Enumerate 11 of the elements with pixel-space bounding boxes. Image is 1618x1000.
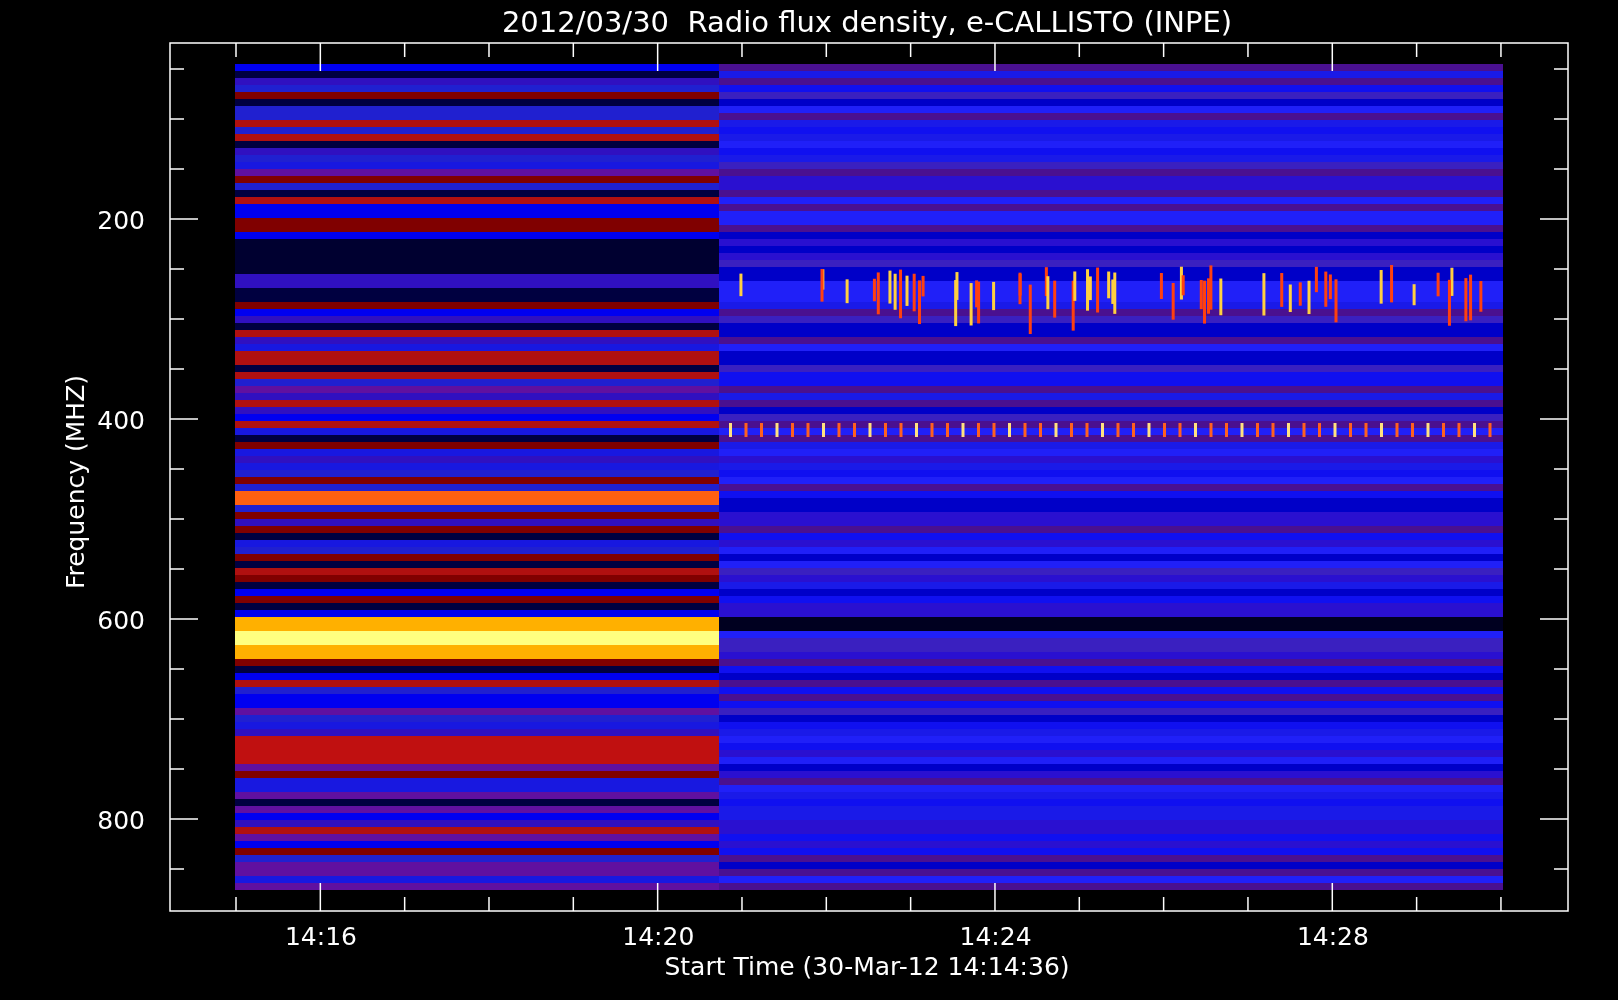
x-tick-label: 14:28 [1296,922,1369,951]
y-tick-label: 400 [97,406,145,435]
x-axis-label: Start Time (30-Mar-12 14:14:36) [664,952,1070,981]
x-tick-label: 14:16 [285,922,357,951]
x-tick-label: 14:24 [959,922,1032,951]
y-axis-label: Frequency (MHZ) [61,374,90,590]
y-tick-label: 600 [97,606,145,635]
chart-title: 2012/03/30 Radio flux density, e-CALLISTO (INPE) [501,5,1233,39]
y-tick-label: 200 [97,206,145,235]
y-tick-label: 800 [97,806,145,835]
x-tick-label: 14:20 [622,922,695,951]
